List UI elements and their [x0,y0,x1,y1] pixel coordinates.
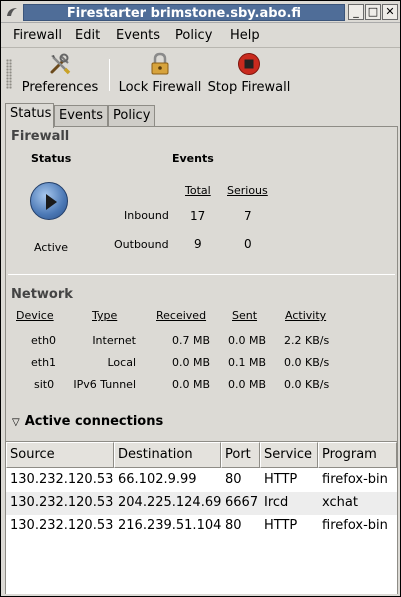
table-row[interactable]: 130.232.120.53 66.102.9.99 80 HTTP firef… [6,469,397,492]
network-device: eth1 [31,356,57,369]
column-header-destination[interactable]: Destination [114,442,221,468]
cell-destination: 204.225.124.69 [118,495,222,510]
cell-port: 6667 [225,495,259,510]
minimize-button[interactable]: _ [348,4,364,20]
serious-header: Serious [227,184,268,197]
firestarter-window: Firestarter brimstone.sby.abo.fi _ □ ✕ F… [0,0,401,597]
expander-arrow-icon: ▽ [12,417,20,428]
cell-service: Ircd [264,495,289,510]
stop-firewall-label: Stop Firewall [207,80,291,95]
network-header-type: Type [92,309,118,322]
outbound-label: Outbound [114,238,169,251]
menu-bar: Firewall Edit Events Policy Help [1,24,400,48]
column-header-source[interactable]: Source [6,442,114,468]
preferences-label: Preferences [21,80,99,95]
network-type: Local [107,356,136,369]
toolbar-grip[interactable] [6,59,12,89]
network-received: 0.0 MB [172,356,211,369]
network-sent: 0.1 MB [228,356,267,369]
app-menu-icon[interactable] [5,5,19,19]
network-sent: 0.0 MB [228,378,267,391]
menu-edit[interactable]: Edit [75,28,100,43]
status-panel: Firewall Status Events Active Total Seri… [5,126,398,594]
tab-events[interactable]: Events [54,105,108,127]
cell-service: HTTP [264,518,298,533]
status-header: Status [31,152,72,165]
padlock-icon [151,52,169,75]
network-received: 0.0 MB [172,378,211,391]
network-header-activity: Activity [285,309,327,322]
column-header-port[interactable]: Port [221,442,260,468]
stop-firewall-button[interactable]: Stop Firewall [207,52,291,98]
firewall-section-title: Firewall [11,129,70,144]
lock-firewall-button[interactable]: Lock Firewall [118,52,202,98]
cell-source: 130.232.120.53 [10,495,114,510]
toolbar-separator [109,59,110,91]
outbound-total: 9 [194,237,202,251]
network-type: IPv6 Tunnel [73,378,136,391]
network-header-device: Device [16,309,54,322]
network-type: Internet [92,334,136,347]
tools-icon [50,53,71,75]
active-connections-title: Active connections [24,414,164,429]
network-section-title: Network [11,287,73,302]
cell-program: xchat [322,495,358,510]
section-separator [8,274,395,275]
table-row[interactable]: 130.232.120.53 204.225.124.69 6667 Ircd … [6,492,397,515]
network-activity: 0.0 KB/s [284,378,330,391]
network-header-sent: Sent [232,309,258,322]
network-activity: 0.0 KB/s [284,356,330,369]
cell-source: 130.232.120.53 [10,518,114,533]
cell-service: HTTP [264,472,298,487]
cell-source: 130.232.120.53 [10,472,114,487]
column-header-program[interactable]: Program [318,442,397,468]
window-title: Firestarter brimstone.sby.abo.fi [23,4,345,21]
cell-program: firefox-bin [322,472,388,487]
connections-table[interactable]: Source Destination Port Service Program … [6,441,397,594]
maximize-button[interactable]: □ [365,4,381,20]
events-header: Events [172,152,214,165]
table-row[interactable]: 130.232.120.53 216.239.51.104 80 HTTP fi… [6,515,397,538]
inbound-serious: 7 [244,209,252,223]
network-header-received: Received [156,309,207,322]
network-device: eth0 [31,334,57,347]
menu-firewall[interactable]: Firewall [13,28,62,43]
network-device: sit0 [34,378,55,391]
network-sent: 0.0 MB [228,334,267,347]
firewall-status-value: Active [34,241,69,254]
cell-destination: 66.102.9.99 [118,472,197,487]
cell-port: 80 [225,472,242,487]
network-activity: 2.2 KB/s [284,334,330,347]
column-header-service[interactable]: Service [260,442,318,468]
menu-events[interactable]: Events [116,28,160,43]
title-bar[interactable]: Firestarter brimstone.sby.abo.fi _ □ ✕ [1,1,400,23]
tab-status[interactable]: Status [5,103,54,128]
cell-program: firefox-bin [322,518,388,533]
lock-firewall-label: Lock Firewall [118,80,202,95]
tab-policy[interactable]: Policy [108,105,155,127]
inbound-total: 17 [190,209,206,223]
cell-destination: 216.239.51.104 [118,518,222,533]
stop-icon [238,53,260,75]
firewall-status-play-icon[interactable] [30,182,68,220]
outbound-serious: 0 [244,237,252,251]
active-connections-expander[interactable]: ▽ Active connections [12,414,163,429]
total-header: Total [185,184,211,197]
cell-port: 80 [225,518,242,533]
toolbar: Preferences Lock Firewall Stop Firewall [1,49,400,99]
network-received: 0.7 MB [172,334,211,347]
inbound-label: Inbound [124,209,169,222]
close-button[interactable]: ✕ [382,4,398,20]
connections-table-header: Source Destination Port Service Program [6,442,397,468]
preferences-button[interactable]: Preferences [19,52,101,98]
menu-policy[interactable]: Policy [175,28,212,43]
menu-help[interactable]: Help [230,28,260,43]
